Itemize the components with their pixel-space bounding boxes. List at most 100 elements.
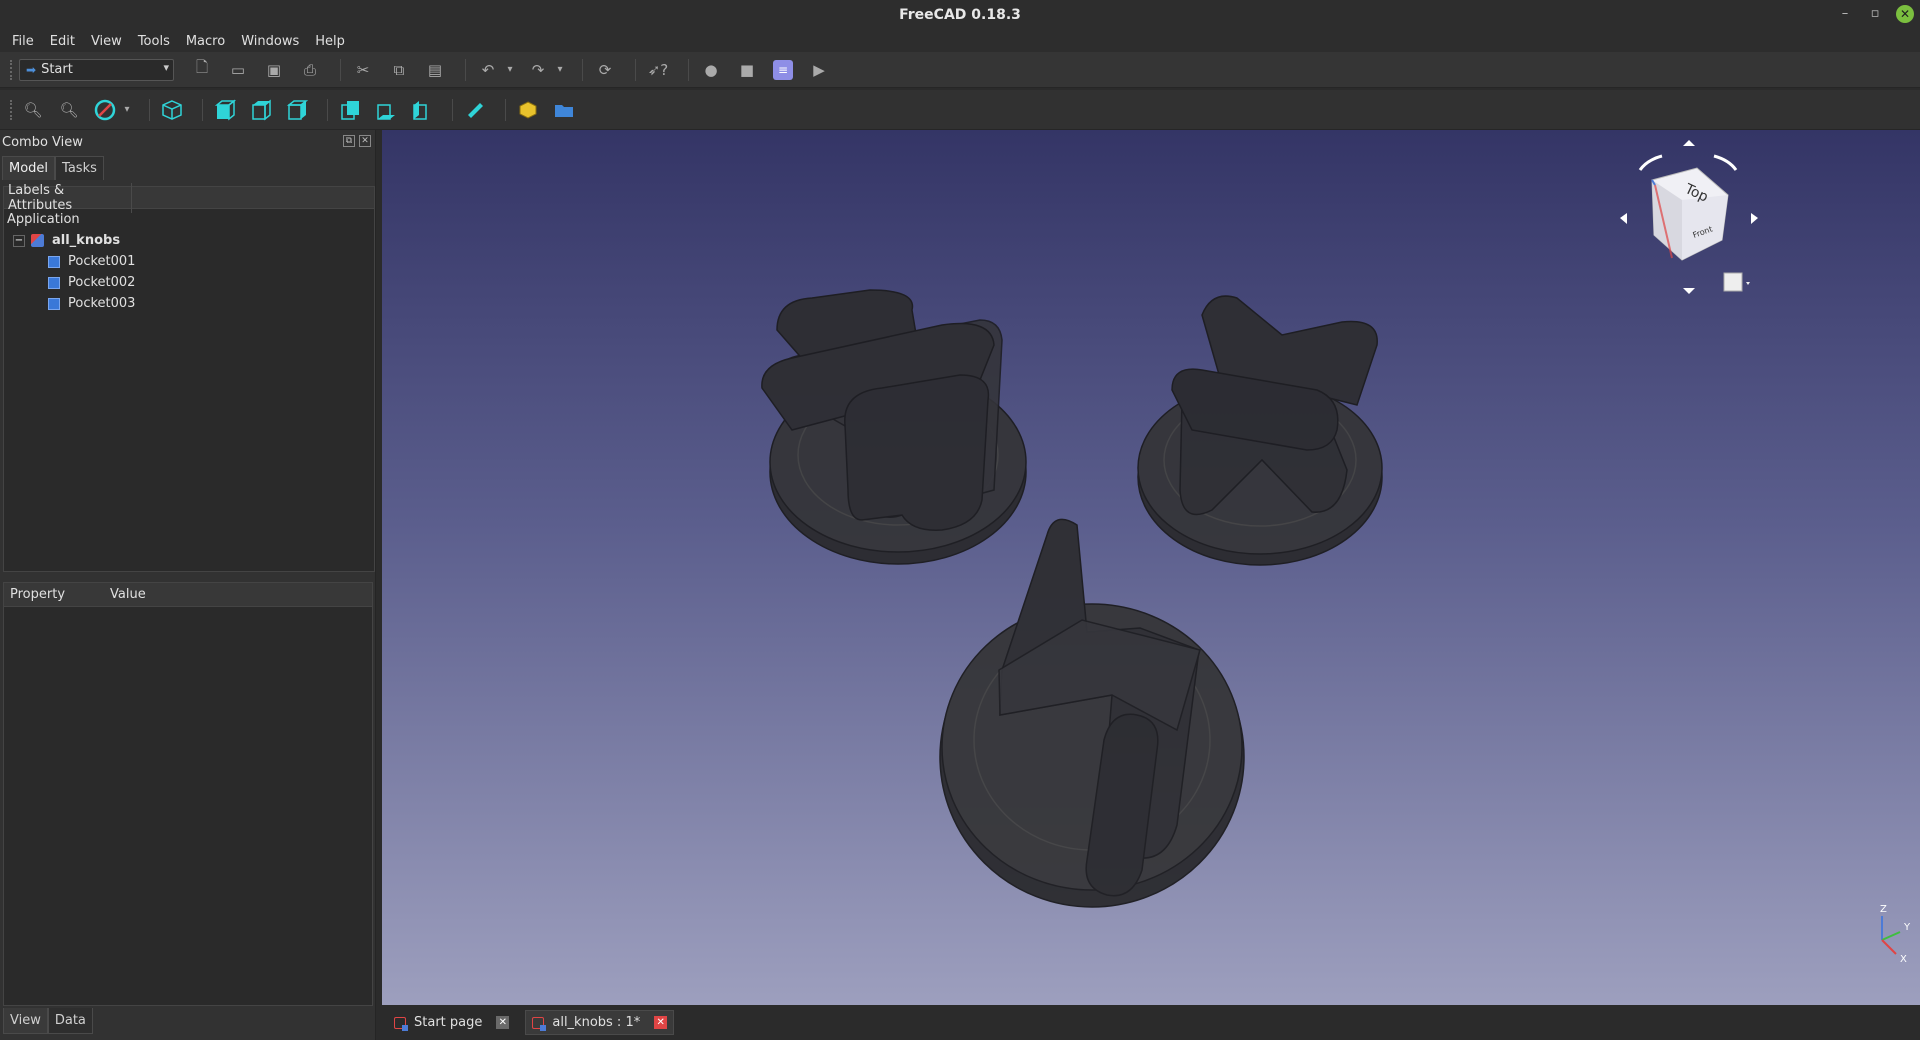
toolbar-grip[interactable] — [10, 59, 13, 80]
separator — [465, 58, 466, 81]
top-view-icon[interactable] — [247, 96, 275, 124]
macros-icon[interactable]: ≡ — [769, 56, 797, 84]
tree-document[interactable]: − all_knobs — [4, 230, 374, 251]
tab-data[interactable]: Data — [47, 1008, 93, 1034]
freecad-icon — [394, 1016, 408, 1031]
combo-view-tabs: Model Tasks — [0, 154, 375, 180]
chevron-down-icon: ▾ — [163, 60, 169, 74]
separator — [327, 98, 328, 121]
draw-style-dropdown-icon[interactable]: ▾ — [121, 96, 133, 124]
knob-pocket003[interactable] — [939, 518, 1245, 908]
tab-model[interactable]: Model — [2, 156, 56, 180]
undo-dropdown-icon[interactable]: ▾ — [504, 56, 516, 84]
freecad-icon — [532, 1016, 547, 1031]
navigation-cube[interactable]: Top Front — [1620, 140, 1758, 294]
separator — [202, 98, 203, 121]
separator — [452, 98, 453, 121]
tab-view[interactable]: View — [3, 1008, 48, 1034]
execute-macro-icon[interactable]: ▶ — [805, 56, 833, 84]
rear-view-icon[interactable] — [336, 96, 364, 124]
tree-application: Application — [4, 209, 374, 230]
menu-bar: File Edit View Tools Macro Windows Help — [0, 30, 1920, 52]
combo-view-title: Combo View — [2, 134, 83, 150]
tree-header: Labels & Attributes — [4, 182, 374, 213]
menu-edit[interactable]: Edit — [46, 34, 87, 49]
right-view-icon[interactable] — [283, 96, 311, 124]
paste-icon[interactable]: ▤ — [421, 56, 449, 84]
fit-all-icon[interactable]: 🔍︎ — [19, 96, 47, 124]
property-tabs: View Data — [3, 1008, 93, 1034]
cut-icon[interactable]: ✂ — [349, 56, 377, 84]
undo-icon[interactable]: ↶ — [474, 56, 502, 84]
menu-view[interactable]: View — [87, 34, 134, 49]
nav-right-arrow-icon[interactable] — [1751, 213, 1758, 224]
nav-cube-menu-icon[interactable] — [1723, 272, 1743, 292]
record-macro-icon[interactable]: ● — [697, 56, 725, 84]
tree-item-pocket001[interactable]: Pocket001 — [4, 251, 374, 272]
3d-view[interactable]: Top Front Z Y X — [382, 130, 1920, 1005]
value-column-header[interactable]: Value — [104, 587, 146, 602]
nav-down-arrow-icon[interactable] — [1683, 288, 1695, 294]
close-panel-icon[interactable]: ✕ — [359, 135, 371, 147]
property-column-header[interactable]: Property — [4, 587, 104, 602]
menu-file[interactable]: File — [8, 34, 46, 49]
close-tab-icon[interactable]: ✕ — [654, 1016, 668, 1029]
menu-windows[interactable]: Windows — [237, 34, 311, 49]
tree-header-labels[interactable]: Labels & Attributes — [4, 182, 132, 213]
workbench-icon: ➡ — [26, 62, 37, 77]
knob-pocket001[interactable] — [761, 289, 1027, 565]
tab-start-page[interactable]: Start page ✕ — [388, 1011, 515, 1034]
workbench-selector[interactable]: ➡ Start ▾ — [19, 58, 174, 81]
nav-up-arrow-icon[interactable] — [1683, 140, 1695, 146]
menu-macro[interactable]: Macro — [182, 34, 237, 49]
tab-all-knobs[interactable]: all_knobs : 1* ✕ — [525, 1010, 675, 1035]
bottom-view-icon[interactable] — [372, 96, 400, 124]
save-icon[interactable]: ▣ — [260, 56, 288, 84]
tree-document-label: all_knobs — [52, 233, 121, 248]
model-tree: Labels & Attributes Application − all_kn… — [3, 182, 375, 572]
group-icon[interactable] — [550, 96, 578, 124]
measure-distance-icon[interactable] — [461, 96, 489, 124]
stop-macro-icon[interactable]: ■ — [733, 56, 761, 84]
axis-x-label: X — [1900, 954, 1907, 965]
collapse-icon[interactable]: − — [13, 234, 25, 247]
maximize-icon[interactable]: ▫ — [1866, 5, 1884, 23]
pocket-icon — [48, 255, 60, 268]
part-icon[interactable] — [514, 96, 542, 124]
nav-left-arrow-icon[interactable] — [1620, 213, 1627, 224]
whats-this-icon[interactable]: ➶? — [644, 56, 672, 84]
close-tab-icon[interactable]: ✕ — [496, 1016, 510, 1029]
tree-item-pocket003[interactable]: Pocket003 — [4, 293, 374, 314]
open-icon[interactable]: ▭ — [224, 56, 252, 84]
front-view-icon[interactable] — [211, 96, 239, 124]
refresh-icon[interactable]: ⟳ — [591, 56, 619, 84]
combo-view-title-bar: Combo View ⧉ ✕ — [0, 130, 375, 154]
toolbar-grip[interactable] — [10, 99, 13, 120]
float-panel-icon[interactable]: ⧉ — [343, 135, 355, 147]
draw-style-icon[interactable] — [91, 96, 119, 124]
window-title: FreeCAD 0.18.3 — [899, 7, 1021, 23]
new-document-icon[interactable]: 🗋 — [188, 56, 216, 84]
copy-icon[interactable]: ⧉ — [385, 56, 413, 84]
tree-item-pocket002[interactable]: Pocket002 — [4, 272, 374, 293]
tab-label: all_knobs : 1* — [552, 1015, 641, 1030]
left-view-icon[interactable] — [408, 96, 436, 124]
menu-help[interactable]: Help — [311, 34, 357, 49]
pocket-icon — [48, 276, 60, 289]
redo-dropdown-icon[interactable]: ▾ — [554, 56, 566, 84]
property-header: Property Value — [4, 583, 372, 607]
document-tabs: Start page ✕ all_knobs : 1* ✕ — [382, 1005, 1920, 1040]
isometric-view-icon[interactable] — [158, 96, 186, 124]
document-icon — [31, 234, 44, 247]
knob-pocket002[interactable] — [1137, 295, 1383, 566]
tab-tasks[interactable]: Tasks — [55, 156, 104, 180]
close-icon[interactable]: ✕ — [1896, 5, 1914, 23]
minimize-icon[interactable]: – — [1836, 5, 1854, 23]
property-view: Property Value — [3, 582, 373, 1006]
menu-tools[interactable]: Tools — [134, 34, 182, 49]
separator — [688, 58, 689, 81]
print-icon[interactable]: ⎙ — [296, 56, 324, 84]
redo-icon[interactable]: ↷ — [524, 56, 552, 84]
tab-label: Start page — [414, 1015, 483, 1030]
fit-selection-icon[interactable]: 🔍︎ — [55, 96, 83, 124]
